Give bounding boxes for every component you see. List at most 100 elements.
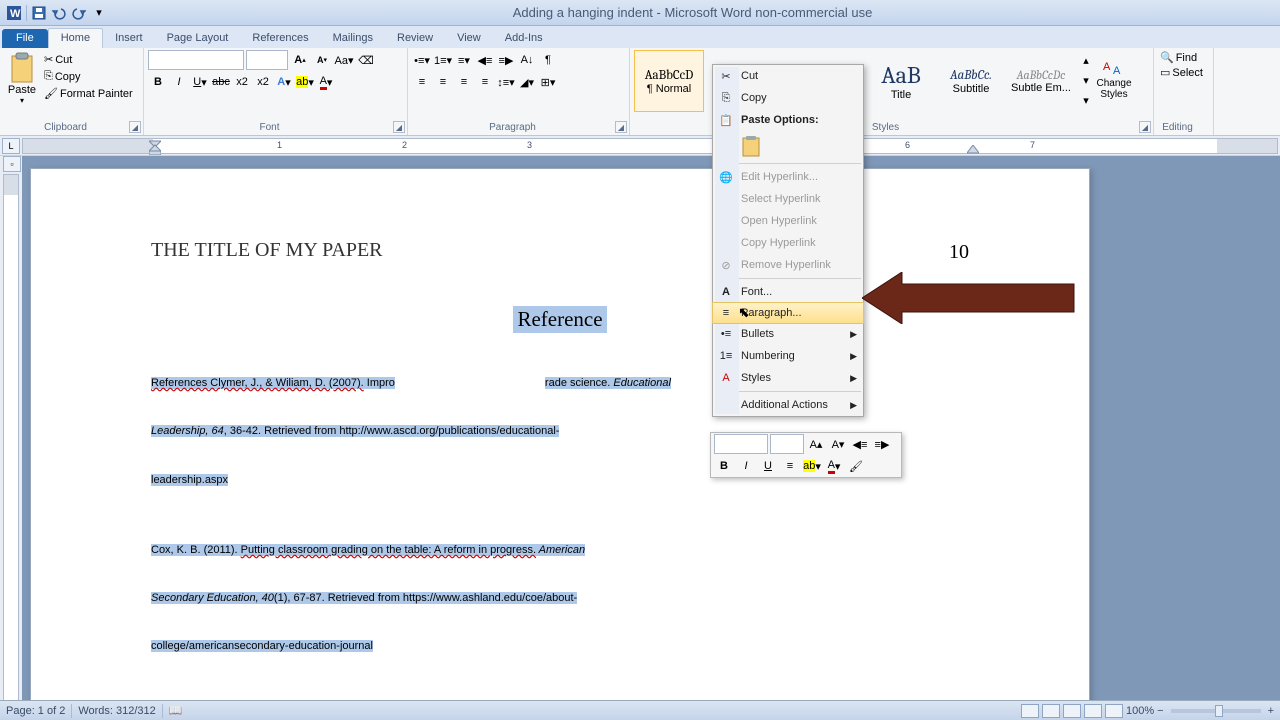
increase-indent-button[interactable]: ≡▶ [496,50,516,70]
underline-button[interactable]: U▾ [190,72,210,92]
mini-underline[interactable]: U [758,456,778,476]
indent-marker-left[interactable] [149,137,161,155]
shading-button[interactable]: ◢▾ [517,72,537,92]
view-outline[interactable] [1084,704,1102,718]
text-effects-button[interactable]: A▾ [274,72,294,92]
decrease-indent-button[interactable]: ◀≡ [475,50,495,70]
mini-decrease-indent[interactable]: ◀≡ [850,434,870,454]
mini-increase-indent[interactable]: ≡▶ [872,434,892,454]
zoom-level[interactable]: 100% [1126,705,1154,717]
view-web-layout[interactable] [1063,704,1081,718]
style-title[interactable]: AaBTitle [866,50,936,112]
view-print-layout[interactable] [1021,704,1039,718]
tab-insert[interactable]: Insert [103,29,155,48]
mini-font-combo[interactable] [714,434,768,454]
proofing-icon[interactable]: 📖 [169,704,183,717]
style-subtitle[interactable]: AaBbCc.Subtitle [936,50,1006,112]
status-words[interactable]: Words: 312/312 [78,705,155,717]
cut-button[interactable]: ✂Cut [42,52,135,67]
italic-button[interactable]: I [169,72,189,92]
align-right-button[interactable]: ≡ [454,72,474,92]
style-normal[interactable]: AaBbCcD¶ Normal [634,50,704,112]
mini-shrink-font[interactable]: A▾ [828,434,848,454]
shrink-font-button[interactable]: A▾ [312,50,332,70]
tab-pagelayout[interactable]: Page Layout [155,29,241,48]
arrow-callout [862,272,1076,324]
paragraph-launcher[interactable]: ◢ [615,121,627,133]
qat-customize-icon[interactable]: ▾ [90,4,108,22]
ctx-paragraph[interactable]: ≡Paragraph... [712,302,864,324]
justify-button[interactable]: ≡ [475,72,495,92]
page-scroll[interactable]: THE TITLE OF MY PAPER 10 Reference Refer… [22,156,1280,714]
mini-bold[interactable]: B [714,456,734,476]
mini-highlight[interactable]: ab▾ [802,456,822,476]
borders-button[interactable]: ⊞▾ [538,72,558,92]
status-page[interactable]: Page: 1 of 2 [6,705,65,717]
style-subtle-em[interactable]: AaBbCcDcSubtle Em... [1006,50,1076,112]
indent-marker-right[interactable] [967,145,979,155]
numbering-button[interactable]: 1≡▾ [433,50,453,70]
bold-button[interactable]: B [148,72,168,92]
tab-selector[interactable]: L [2,138,20,154]
ctx-numbering[interactable]: 1≡Numbering▶ [713,345,863,367]
highlight-button[interactable]: ab▾ [295,72,315,92]
format-painter-button[interactable]: 🖌Format Painter [42,86,135,101]
ctx-copy[interactable]: ⎘Copy [713,87,863,109]
font-size-combo[interactable] [246,50,288,70]
group-paragraph-label: Paragraph [408,122,617,133]
font-launcher[interactable]: ◢ [393,121,405,133]
tab-addins[interactable]: Add-Ins [493,29,555,48]
copy-button[interactable]: ⎘Copy [42,69,135,84]
grow-font-button[interactable]: A▴ [290,50,310,70]
strikethrough-button[interactable]: abc [211,72,231,92]
select-button[interactable]: ▭Select [1158,65,1209,80]
mini-format-painter[interactable]: 🖌 [846,456,866,476]
find-button[interactable]: 🔍Find [1158,50,1209,65]
styles-launcher[interactable]: ◢ [1139,121,1151,133]
align-center-button[interactable]: ≡ [433,72,453,92]
view-draft[interactable] [1105,704,1123,718]
horizontal-ruler[interactable]: 1 2 3 5 6 7 [22,138,1278,154]
view-full-screen[interactable] [1042,704,1060,718]
mini-size-combo[interactable] [770,434,804,454]
tab-view[interactable]: View [445,29,493,48]
vertical-ruler[interactable] [3,174,19,714]
ctx-font[interactable]: AFont... [713,281,863,303]
font-color-button[interactable]: A▾ [316,72,336,92]
align-left-button[interactable]: ≡ [412,72,432,92]
ctx-styles[interactable]: AStyles▶ [713,367,863,389]
show-marks-button[interactable]: ¶ [538,50,558,70]
zoom-slider[interactable] [1171,709,1261,713]
superscript-button[interactable]: x2 [253,72,273,92]
ctx-cut[interactable]: ✂Cut [713,65,863,87]
clear-formatting-button[interactable]: ⌫ [356,50,376,70]
change-styles-button[interactable]: AAChange Styles [1090,50,1138,112]
redo-icon[interactable] [70,4,88,22]
clipboard-launcher[interactable]: ◢ [129,121,141,133]
mini-grow-font[interactable]: A▴ [806,434,826,454]
bullets-button[interactable]: •≡▾ [412,50,432,70]
tab-mailings[interactable]: Mailings [321,29,385,48]
ctx-bullets[interactable]: •≡Bullets▶ [713,323,863,345]
ctx-additional-actions[interactable]: Additional Actions▶ [713,394,863,416]
tab-file[interactable]: File [2,29,48,48]
multilevel-button[interactable]: ≡▾ [454,50,474,70]
mini-center[interactable]: ≡ [780,456,800,476]
font-name-combo[interactable] [148,50,244,70]
zoom-out-button[interactable]: − [1157,705,1163,717]
tab-references[interactable]: References [240,29,320,48]
change-case-button[interactable]: Aa▾ [334,50,354,70]
paste-button[interactable]: Paste ▾ [4,50,40,116]
undo-icon[interactable] [50,4,68,22]
tab-review[interactable]: Review [385,29,445,48]
save-icon[interactable] [30,4,48,22]
vruler-button[interactable]: ▫ [3,156,21,172]
line-spacing-button[interactable]: ↕≡▾ [496,72,516,92]
sort-button[interactable]: A↓ [517,50,537,70]
mini-italic[interactable]: I [736,456,756,476]
subscript-button[interactable]: x2 [232,72,252,92]
zoom-in-button[interactable]: + [1268,705,1274,717]
tab-home[interactable]: Home [48,28,103,48]
mini-font-color[interactable]: A▾ [824,456,844,476]
styles-icon: A [717,369,735,387]
